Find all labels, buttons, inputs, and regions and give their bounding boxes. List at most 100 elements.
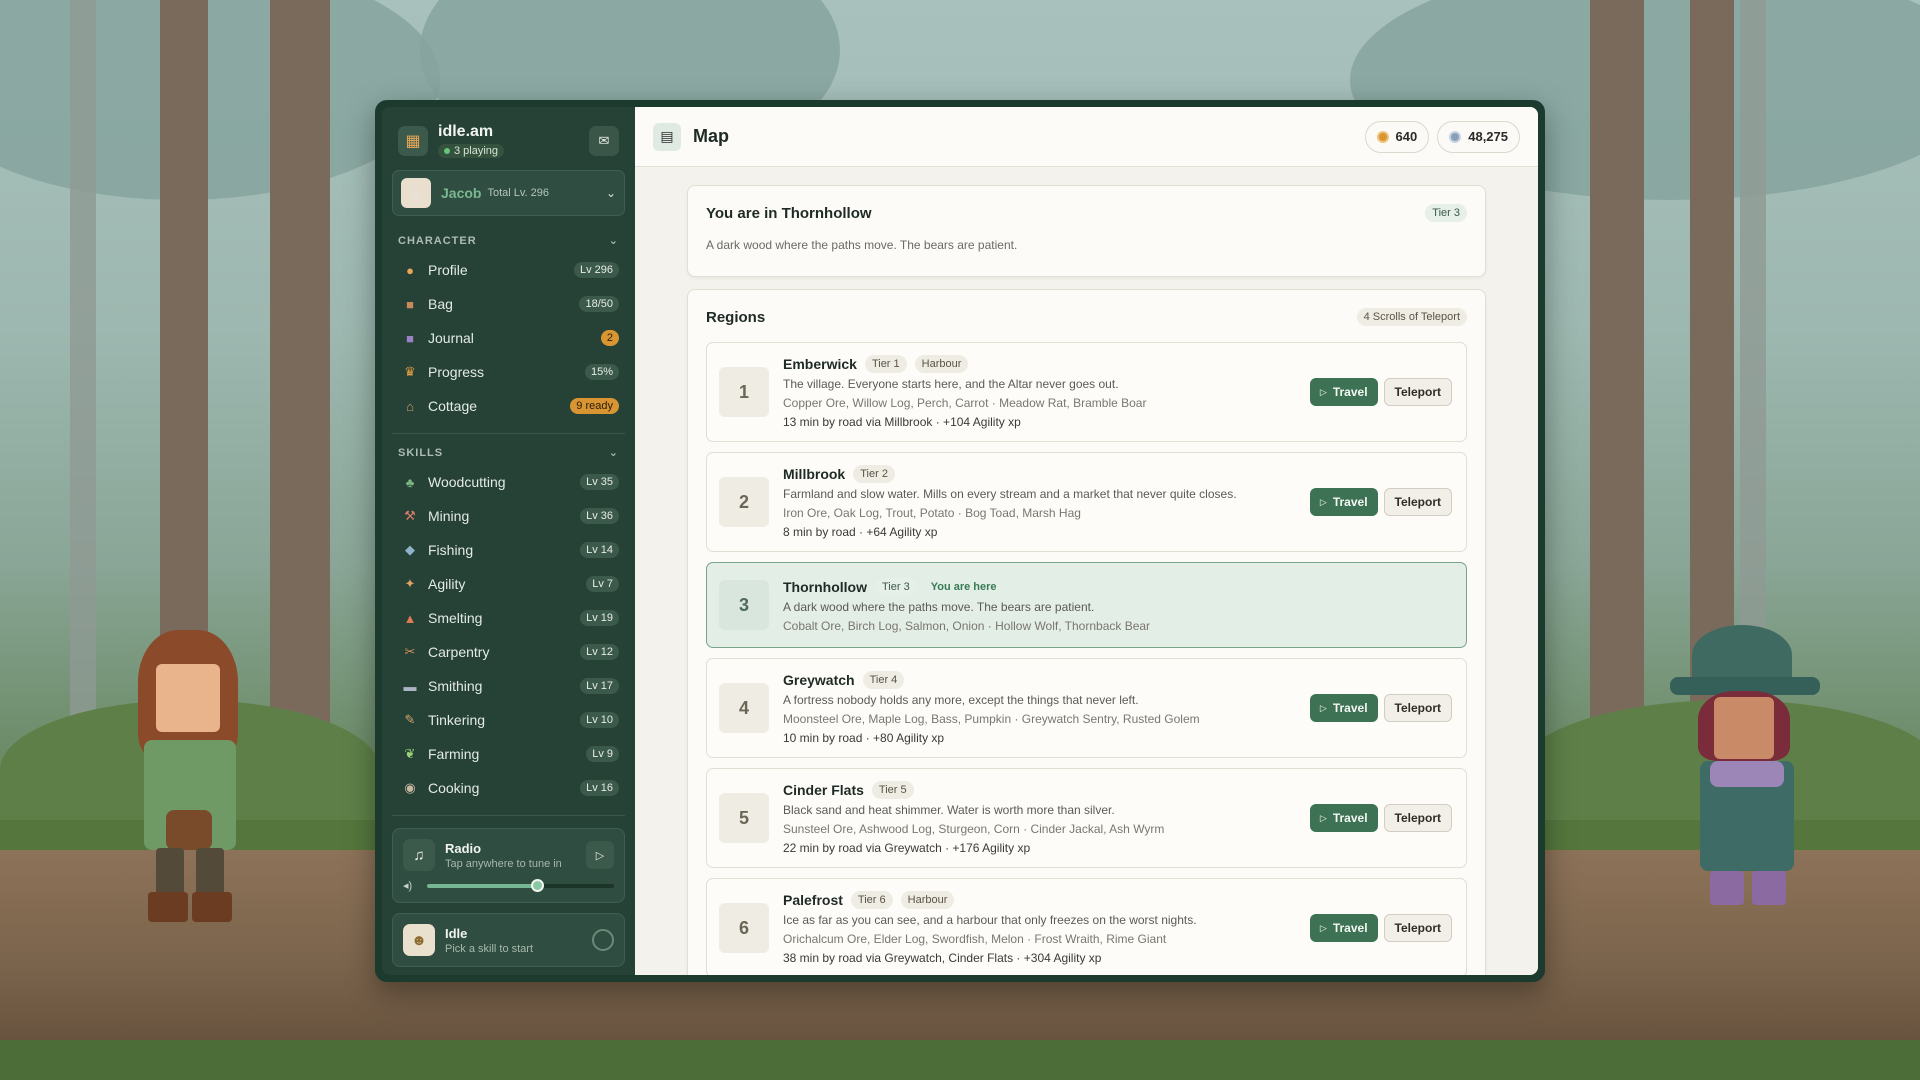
level-badge: Lv 17 — [580, 678, 619, 694]
app-window: ▦ idle.am 3 playing ✉ ☺ Jacob Total Lv. … — [375, 100, 1545, 982]
teleport-button[interactable]: Teleport — [1383, 914, 1452, 942]
sidebar-item-mining[interactable]: ⚒ Mining Lv 36 — [392, 499, 625, 533]
sidebar-item-farming[interactable]: ❦ Farming Lv 9 — [392, 737, 625, 771]
divider — [392, 815, 625, 816]
journal-icon: ■ — [406, 330, 414, 346]
tier-badge: Tier 6 — [850, 891, 893, 909]
harbour-badge: Harbour — [914, 355, 969, 373]
sidebar-item-fishing[interactable]: ◆ Fishing Lv 14 — [392, 533, 625, 567]
region-travel-info: 8 min by road · +64 Agility xp — [783, 525, 938, 539]
travel-button[interactable]: ▷ Travel — [1309, 488, 1378, 516]
saw-icon: ✂ — [404, 644, 416, 659]
page-title: Map — [693, 126, 729, 146]
trophy-icon: ♛ — [404, 364, 416, 379]
travel-button[interactable]: ▷ Travel — [1309, 914, 1378, 942]
teleport-label: Teleport — [1394, 701, 1441, 715]
region-description: The village. Everyone starts here, and t… — [783, 377, 1119, 391]
region-description: A dark wood where the paths move. The be… — [783, 599, 1095, 614]
teleport-button[interactable]: Teleport — [1383, 488, 1452, 516]
region-resources: Copper Ore, Willow Log, Perch, Carrot · … — [783, 396, 1147, 410]
region-resources: Iron Ore, Oak Log, Trout, Potato · Bog T… — [783, 506, 1081, 520]
bag-capacity-badge: 18/50 — [579, 296, 619, 312]
region-travel-info: 22 min by road via Greywatch · +176 Agil… — [783, 841, 1031, 855]
teleport-button[interactable]: Teleport — [1383, 694, 1452, 722]
progress-badge: 15% — [584, 364, 619, 380]
sidebar-item-label: Progress — [428, 364, 485, 380]
travel-button[interactable]: ▷ Travel — [1309, 694, 1378, 722]
character-nav: ● Profile Lv 296 ■ Bag 18/50 ■ Journal 2… — [392, 253, 625, 423]
level-badge: Lv 9 — [586, 746, 619, 762]
character-section-title: CHARACTER — [398, 234, 477, 247]
fish-icon: ◆ — [405, 542, 415, 557]
activity-card[interactable]: ☻ Idle Pick a skill to start — [392, 913, 625, 967]
runner-icon: ✦ — [404, 576, 416, 591]
radio-card[interactable]: ♫ Radio Tap anywhere to tune in ▷ ◂) — [392, 828, 625, 903]
travel-button[interactable]: ▷ Travel — [1309, 804, 1378, 832]
top-bar: ▤ Map 640 48,275 — [635, 107, 1538, 167]
teleport-label: Teleport — [1394, 495, 1441, 509]
sidebar-item-label: Smithing — [428, 678, 483, 694]
skills-section-header[interactable]: SKILLS ⌄ — [398, 446, 619, 460]
activity-title: Idle — [445, 925, 468, 941]
character-section-header[interactable]: CHARACTER ⌄ — [398, 234, 619, 248]
harbour-badge: Harbour — [900, 891, 955, 909]
play-icon: ▷ — [1319, 386, 1327, 397]
sidebar-item-tinkering[interactable]: ✎ Tinkering Lv 10 — [392, 703, 625, 737]
sidebar-item-agility[interactable]: ✦ Agility Lv 7 — [392, 567, 625, 601]
sidebar-item-label: Agility — [428, 576, 466, 592]
sidebar-item-label: Bag — [428, 296, 453, 312]
tier-badge: Tier 5 — [871, 781, 914, 799]
region-name: Greywatch — [783, 672, 855, 688]
chevron-down-icon: ⌄ — [605, 186, 616, 200]
travel-label: Travel — [1332, 811, 1368, 825]
play-icon: ▷ — [1319, 702, 1327, 713]
teleport-label: Teleport — [1394, 385, 1441, 399]
main-panel: ▤ Map 640 48,275 You are in Thornhollow … — [635, 107, 1538, 975]
sidebar-item-progress[interactable]: ♛ Progress 15% — [392, 355, 625, 389]
sidebar-item-label: Carpentry — [428, 644, 490, 660]
sidebar-item-cooking[interactable]: ◉ Cooking Lv 16 — [392, 771, 625, 805]
sidebar-item-carpentry[interactable]: ✂ Carpentry Lv 12 — [392, 635, 625, 669]
gold-coin-icon — [1376, 130, 1389, 143]
idle-face-icon: ☻ — [403, 924, 435, 956]
level-badge: Lv 14 — [580, 542, 619, 558]
play-button[interactable]: ▷ — [586, 841, 614, 869]
play-icon: ▷ — [1319, 812, 1327, 823]
teleport-button[interactable]: Teleport — [1383, 804, 1452, 832]
brand-header: ▦ idle.am 3 playing ✉ — [392, 119, 625, 163]
region-number: 6 — [719, 903, 769, 953]
silver-coin-icon — [1449, 130, 1462, 143]
sidebar-item-label: Fishing — [428, 542, 474, 558]
teleport-scrolls-badge: 4 Scrolls of Teleport — [1356, 308, 1467, 326]
silver-amount: 48,275 — [1468, 129, 1508, 144]
journal-count-badge: 2 — [600, 330, 619, 346]
wrench-icon: ✎ — [404, 712, 416, 727]
sidebar-item-woodcutting[interactable]: ♣ Woodcutting Lv 35 — [392, 465, 625, 499]
region-name: Emberwick — [783, 356, 857, 372]
teleport-label: Teleport — [1394, 921, 1441, 935]
sidebar-item-profile[interactable]: ● Profile Lv 296 — [392, 253, 625, 287]
level-badge: Lv 35 — [580, 474, 619, 490]
tree-icon: ♣ — [405, 474, 415, 490]
sidebar-item-label: Cooking — [428, 780, 480, 796]
mail-button[interactable]: ✉ — [589, 126, 619, 156]
sidebar-item-cottage[interactable]: ⌂ Cottage 9 ready — [392, 389, 625, 423]
volume-slider[interactable] — [427, 878, 614, 892]
region-number: 4 — [719, 683, 769, 733]
volume-knob[interactable] — [531, 878, 545, 892]
sidebar-item-smelting[interactable]: ▲ Smelting Lv 19 — [392, 601, 625, 635]
sidebar-item-label: Tinkering — [428, 712, 486, 728]
travel-button[interactable]: ▷ Travel — [1309, 378, 1378, 406]
sidebar-item-smithing[interactable]: ▬ Smithing Lv 17 — [392, 669, 625, 703]
sidebar-item-bag[interactable]: ■ Bag 18/50 — [392, 287, 625, 321]
teleport-button[interactable]: Teleport — [1383, 378, 1452, 406]
sidebar-item-journal[interactable]: ■ Journal 2 — [392, 321, 625, 355]
level-badge: Lv 16 — [580, 780, 619, 796]
radio-subtitle: Tap anywhere to tune in — [445, 857, 562, 870]
tier-badge: Tier 1 — [864, 355, 907, 373]
region-description: Ice as far as you can see, and a harbour… — [783, 913, 1197, 927]
sidebar-item-label: Farming — [428, 746, 480, 762]
music-note-icon: ♫ — [403, 839, 435, 871]
character-switcher[interactable]: ☺ Jacob Total Lv. 296 ⌄ — [392, 170, 625, 216]
tier-badge: Tier 3 — [1425, 204, 1467, 222]
